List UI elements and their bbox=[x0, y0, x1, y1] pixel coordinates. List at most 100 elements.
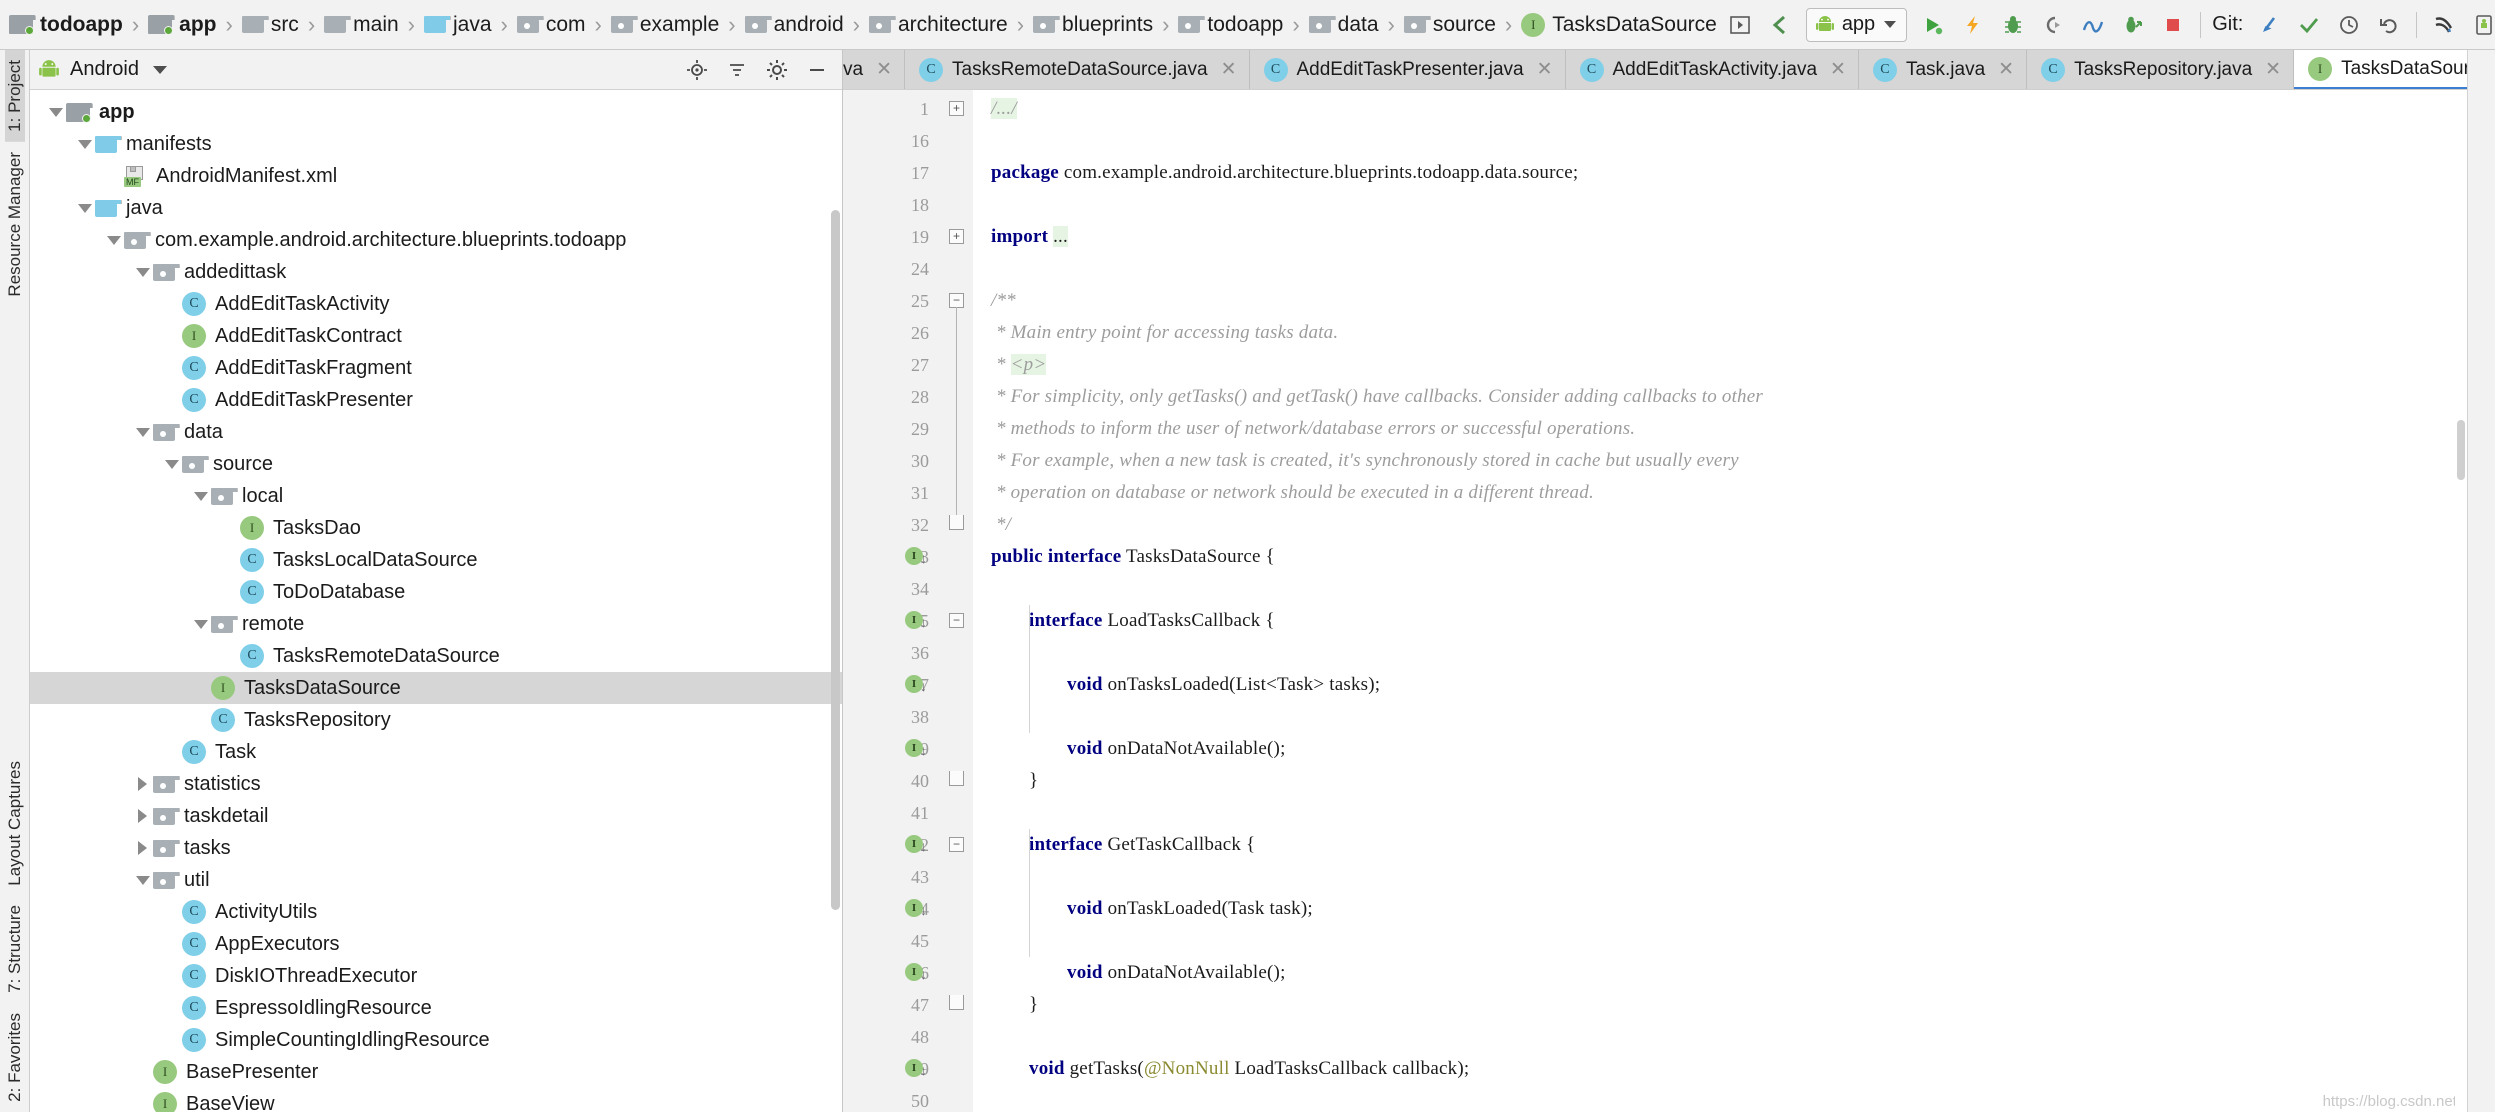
tree-node[interactable]: C Task bbox=[30, 736, 842, 768]
breadcrumb-item-todoapp[interactable]: todoapp bbox=[6, 5, 126, 45]
run-icon[interactable] bbox=[1913, 5, 1953, 45]
avd-manager-icon[interactable] bbox=[1720, 5, 1760, 45]
settings-gear-icon[interactable] bbox=[764, 57, 790, 83]
editor-scrollbar-thumb[interactable] bbox=[2457, 420, 2465, 480]
implementation-marker-icon[interactable]: I ↓ bbox=[905, 739, 927, 761]
profiler-icon[interactable] bbox=[2073, 5, 2113, 45]
tree-node[interactable]: manifests bbox=[30, 128, 842, 160]
run-with-coverage-icon[interactable] bbox=[2113, 5, 2153, 45]
breadcrumb-item-android[interactable]: android bbox=[742, 5, 847, 45]
tool-window-button-1-project[interactable]: 1: Project bbox=[4, 50, 25, 142]
editor-tab-addedittaskpresenter[interactable]: C AddEditTaskPresenter.java ✕ bbox=[1249, 50, 1566, 89]
tree-node[interactable]: I AddEditTaskContract bbox=[30, 320, 842, 352]
tree-node[interactable]: I TasksDao bbox=[30, 512, 842, 544]
sync-gradle-icon[interactable] bbox=[2424, 5, 2464, 45]
run-configuration-selector[interactable]: app bbox=[1805, 7, 1908, 42]
tree-node[interactable]: I TasksDataSource bbox=[30, 672, 842, 704]
breadcrumb-item-com[interactable]: com bbox=[514, 5, 589, 45]
tree-node[interactable]: C EspressoIdlingResource bbox=[30, 992, 842, 1024]
tree-node[interactable]: I BaseView bbox=[30, 1088, 842, 1112]
tree-node[interactable]: C TasksRemoteDataSource bbox=[30, 640, 842, 672]
editor-tab-addedittaskactivity[interactable]: C AddEditTaskActivity.java ✕ bbox=[1565, 50, 1859, 89]
close-icon[interactable]: ✕ bbox=[1537, 58, 1553, 81]
breadcrumb-item-example[interactable]: example bbox=[608, 5, 722, 45]
tree-toggle-down-icon[interactable] bbox=[46, 102, 66, 122]
tree-node[interactable]: local bbox=[30, 480, 842, 512]
tree-node[interactable]: source bbox=[30, 448, 842, 480]
close-icon[interactable]: ✕ bbox=[1998, 58, 2014, 81]
tree-node[interactable]: C AddEditTaskActivity bbox=[30, 288, 842, 320]
tree-node[interactable]: C ActivityUtils bbox=[30, 896, 842, 928]
editor-tab-task[interactable]: C Task.java ✕ bbox=[1858, 50, 2028, 89]
breadcrumb-item-todoapp[interactable]: todoapp bbox=[1175, 5, 1286, 45]
tree-node[interactable]: java bbox=[30, 192, 842, 224]
editor-gutter[interactable]: 11617181924252627282930313233I↓3435I↓363… bbox=[843, 90, 943, 1112]
fold-toggle-minus-icon[interactable]: − bbox=[949, 613, 964, 628]
close-icon[interactable]: ✕ bbox=[1221, 58, 1237, 81]
breadcrumb-item-java[interactable]: java bbox=[421, 5, 495, 45]
breadcrumb-item-tasksdatasource[interactable]: I TasksDataSource bbox=[1518, 5, 1720, 45]
hide-panel-icon[interactable] bbox=[804, 57, 830, 83]
breadcrumb-item-main[interactable]: main bbox=[321, 5, 402, 45]
tree-node[interactable]: C SimpleCountingIdlingResource bbox=[30, 1024, 842, 1056]
breadcrumb-item-app[interactable]: app bbox=[145, 5, 219, 45]
attach-debugger-icon[interactable] bbox=[2033, 5, 2073, 45]
fold-end-marker[interactable] bbox=[949, 515, 964, 530]
tree-toggle-down-icon[interactable] bbox=[133, 262, 153, 282]
tree-node[interactable]: util bbox=[30, 864, 842, 896]
git-rollback-icon[interactable] bbox=[2369, 5, 2409, 45]
tree-node[interactable]: app bbox=[30, 96, 842, 128]
tree-toggle-down-icon[interactable] bbox=[162, 454, 182, 474]
apply-changes-icon[interactable] bbox=[1953, 5, 1993, 45]
tree-node[interactable]: addedittask bbox=[30, 256, 842, 288]
collapse-all-icon[interactable] bbox=[724, 57, 750, 83]
tree-toggle-down-icon[interactable] bbox=[104, 230, 124, 250]
fold-toggle-minus-icon[interactable]: − bbox=[949, 837, 964, 852]
tree-node[interactable]: taskdetail bbox=[30, 800, 842, 832]
git-history-icon[interactable] bbox=[2329, 5, 2369, 45]
editor-tab-tasksdatasource[interactable]: ITasksDataSource.java✕ bbox=[2294, 50, 2467, 89]
tree-node[interactable]: remote bbox=[30, 608, 842, 640]
breadcrumb-item-src[interactable]: src bbox=[239, 5, 302, 45]
editor-tab-va[interactable]: va ✕ bbox=[843, 50, 905, 89]
tool-window-button-7-structure[interactable]: 7: Structure bbox=[5, 895, 25, 1003]
tree-node[interactable]: C ToDoDatabase bbox=[30, 576, 842, 608]
chevron-down-icon[interactable] bbox=[152, 65, 167, 74]
editor-scrollbar[interactable] bbox=[2455, 90, 2467, 1112]
editor-tab-tasksrepository[interactable]: C TasksRepository.java ✕ bbox=[2027, 50, 2295, 89]
tool-window-button-2-favorites[interactable]: 2: Favorites bbox=[5, 1003, 25, 1112]
debug-icon[interactable] bbox=[1993, 5, 2033, 45]
tree-toggle-down-icon[interactable] bbox=[75, 198, 95, 218]
implementation-marker-icon[interactable]: I ↓ bbox=[905, 675, 927, 697]
tree-node[interactable]: MF AndroidManifest.xml bbox=[30, 160, 842, 192]
tree-toggle-right-icon[interactable] bbox=[133, 838, 153, 858]
close-icon[interactable]: ✕ bbox=[876, 58, 892, 81]
tree-node[interactable]: C TasksLocalDataSource bbox=[30, 544, 842, 576]
git-commit-icon[interactable] bbox=[2289, 5, 2329, 45]
project-tree[interactable]: app manifests MF AndroidManifest.xml java com… bbox=[30, 90, 842, 1112]
tree-node[interactable]: com.example.android.architecture.bluepri… bbox=[30, 224, 842, 256]
tree-node[interactable]: data bbox=[30, 416, 842, 448]
tool-window-button-resource-manager[interactable]: Resource Manager bbox=[5, 142, 25, 307]
close-icon[interactable]: ✕ bbox=[2265, 58, 2281, 81]
fold-end-marker[interactable] bbox=[949, 995, 964, 1010]
tree-toggle-down-icon[interactable] bbox=[191, 486, 211, 506]
editor-fold-column[interactable]: + + − − − bbox=[943, 90, 973, 1112]
implementation-marker-icon[interactable]: I ↓ bbox=[905, 611, 927, 633]
tree-node[interactable]: C AddEditTaskFragment bbox=[30, 352, 842, 384]
project-view-selector-label[interactable]: Android bbox=[70, 58, 139, 81]
tree-toggle-right-icon[interactable] bbox=[133, 806, 153, 826]
tree-toggle-down-icon[interactable] bbox=[133, 422, 153, 442]
sdk-manager-icon[interactable] bbox=[1760, 5, 1800, 45]
tree-node[interactable]: C AddEditTaskPresenter bbox=[30, 384, 842, 416]
tree-toggle-down-icon[interactable] bbox=[133, 870, 153, 890]
stop-icon[interactable] bbox=[2153, 5, 2193, 45]
fold-toggle-minus-icon[interactable]: − bbox=[949, 293, 964, 308]
locate-file-icon[interactable] bbox=[684, 57, 710, 83]
tool-window-button-layout-captures[interactable]: Layout Captures bbox=[5, 751, 25, 896]
tree-node[interactable]: statistics bbox=[30, 768, 842, 800]
tree-node[interactable]: C TasksRepository bbox=[30, 704, 842, 736]
tree-node[interactable]: C AppExecutors bbox=[30, 928, 842, 960]
tree-toggle-down-icon[interactable] bbox=[75, 134, 95, 154]
implementation-marker-icon[interactable]: I ↓ bbox=[905, 963, 927, 985]
